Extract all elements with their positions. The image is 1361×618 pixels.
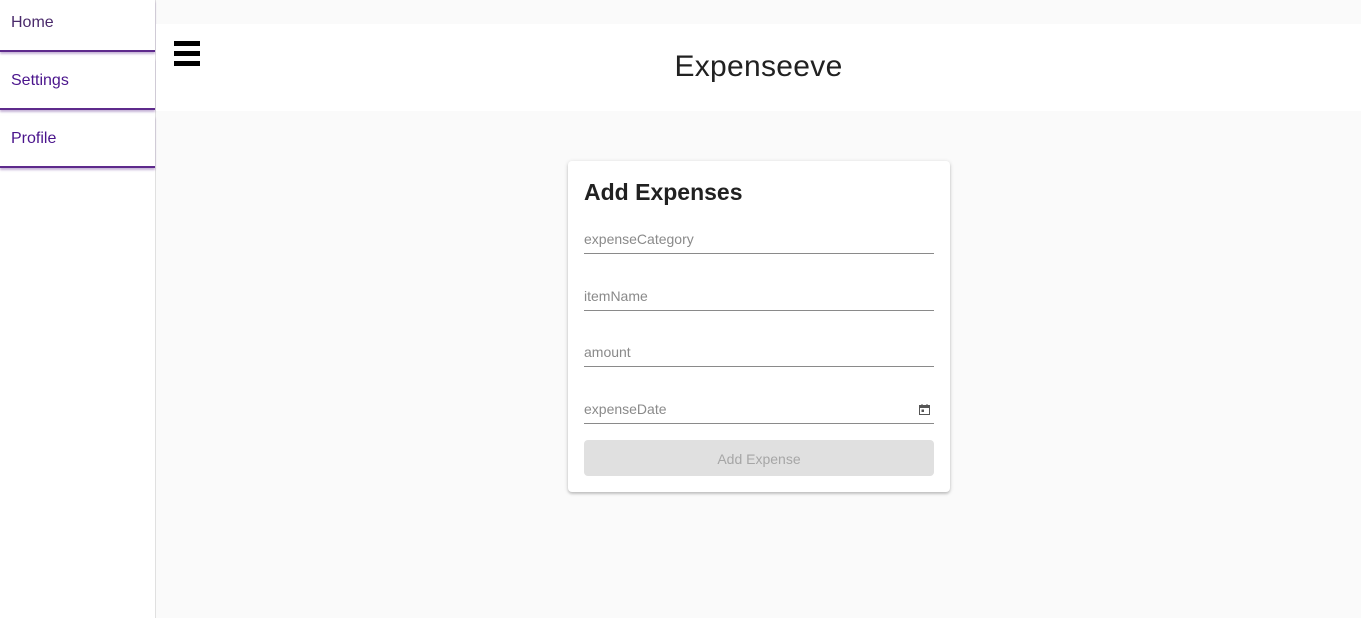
sidebar-item-home[interactable]: Home	[0, 0, 155, 52]
expense-category-input[interactable]	[584, 231, 934, 247]
expense-date-input[interactable]	[584, 401, 934, 417]
form-title: Add Expenses	[584, 179, 743, 205]
sidebar-item-profile[interactable]: Profile	[0, 116, 155, 168]
app-title: Expenseeve	[674, 50, 843, 83]
calendar-icon[interactable]	[919, 404, 930, 415]
sidebar-item-settings[interactable]: Settings	[0, 58, 155, 110]
expense-category-field	[584, 231, 934, 254]
top-bar: Expenseeve	[156, 24, 1361, 111]
add-expense-card: Add Expenses Add Expense	[568, 161, 950, 492]
amount-field	[584, 344, 934, 367]
expense-date-field	[584, 401, 934, 424]
sidebar: Home Settings Profile	[0, 0, 156, 618]
add-expense-button[interactable]: Add Expense	[584, 440, 934, 476]
item-name-input[interactable]	[584, 288, 934, 304]
item-name-field	[584, 288, 934, 311]
amount-input[interactable]	[584, 344, 934, 360]
